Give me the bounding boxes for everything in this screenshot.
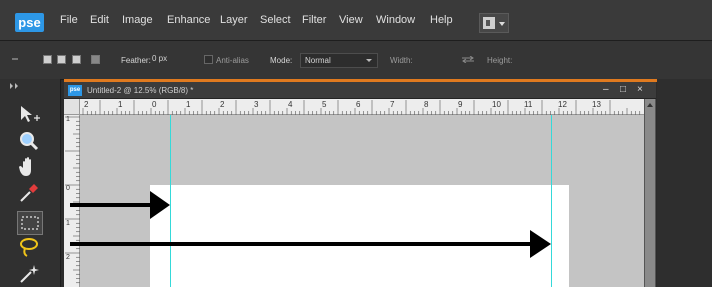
menu-enhance[interactable]: Enhance: [167, 14, 210, 26]
menu-edit[interactable]: Edit: [90, 14, 109, 26]
new-selection-icon[interactable]: [43, 55, 52, 64]
menu-select[interactable]: Select: [260, 14, 291, 26]
mode-label: Mode:: [270, 56, 293, 65]
vertical-scrollbar[interactable]: [644, 99, 655, 287]
zoom-tool-icon[interactable]: [17, 130, 43, 154]
scroll-up-icon[interactable]: [647, 103, 653, 107]
document-title: Untitled-2 @ 12.5% (RGB/8) *: [87, 86, 194, 95]
height-label: Height:: [487, 56, 513, 65]
menu-image[interactable]: Image: [122, 14, 153, 26]
feather-label: Feather:: [121, 56, 151, 65]
antialias-label: Anti-alias: [216, 56, 249, 65]
move-tool-icon[interactable]: [17, 104, 43, 128]
layout-icon: [483, 17, 495, 29]
ruler-label: 13: [592, 100, 601, 109]
app-logo: pse: [15, 13, 44, 32]
panel-collapse-icon[interactable]: [10, 83, 20, 89]
close-button[interactable]: ×: [637, 84, 643, 95]
magic-wand-tool-icon[interactable]: [17, 262, 43, 286]
document-icon: pse: [68, 85, 82, 96]
width-label: Width:: [390, 56, 413, 65]
menu-file[interactable]: File: [60, 14, 78, 26]
feather-input[interactable]: 0 px: [152, 54, 188, 67]
workspace-layout-button[interactable]: [479, 13, 509, 33]
eyedropper-tool-icon[interactable]: [17, 181, 43, 205]
menu-layer[interactable]: Layer: [220, 14, 248, 26]
menu-window[interactable]: Window: [376, 14, 415, 26]
menu-help[interactable]: Help: [430, 14, 453, 26]
menu-filter[interactable]: Filter: [302, 14, 326, 26]
chevron-down-icon: [499, 22, 505, 26]
grip-icon: [12, 58, 18, 60]
menu-view[interactable]: View: [339, 14, 363, 26]
arrow-to-right-guide: [70, 230, 551, 258]
rectangular-marquee-tool-icon[interactable]: [17, 211, 43, 235]
mode-select[interactable]: Normal: [300, 53, 378, 68]
right-panel: [657, 79, 712, 287]
minimize-button[interactable]: –: [603, 84, 609, 95]
window-accent-bar: [64, 79, 657, 82]
maximize-button[interactable]: □: [620, 84, 626, 95]
subtract-selection-icon[interactable]: [72, 55, 81, 64]
lasso-tool-icon[interactable]: [17, 236, 43, 260]
arrow-to-left-guide: [70, 191, 170, 219]
arrow-annotations: [70, 191, 551, 258]
intersect-selection-icon[interactable]: [91, 55, 100, 64]
hand-tool-icon[interactable]: [17, 156, 43, 180]
add-to-selection-icon[interactable]: [57, 55, 66, 64]
antialias-checkbox[interactable]: [204, 55, 213, 64]
swap-icon[interactable]: [461, 56, 475, 63]
